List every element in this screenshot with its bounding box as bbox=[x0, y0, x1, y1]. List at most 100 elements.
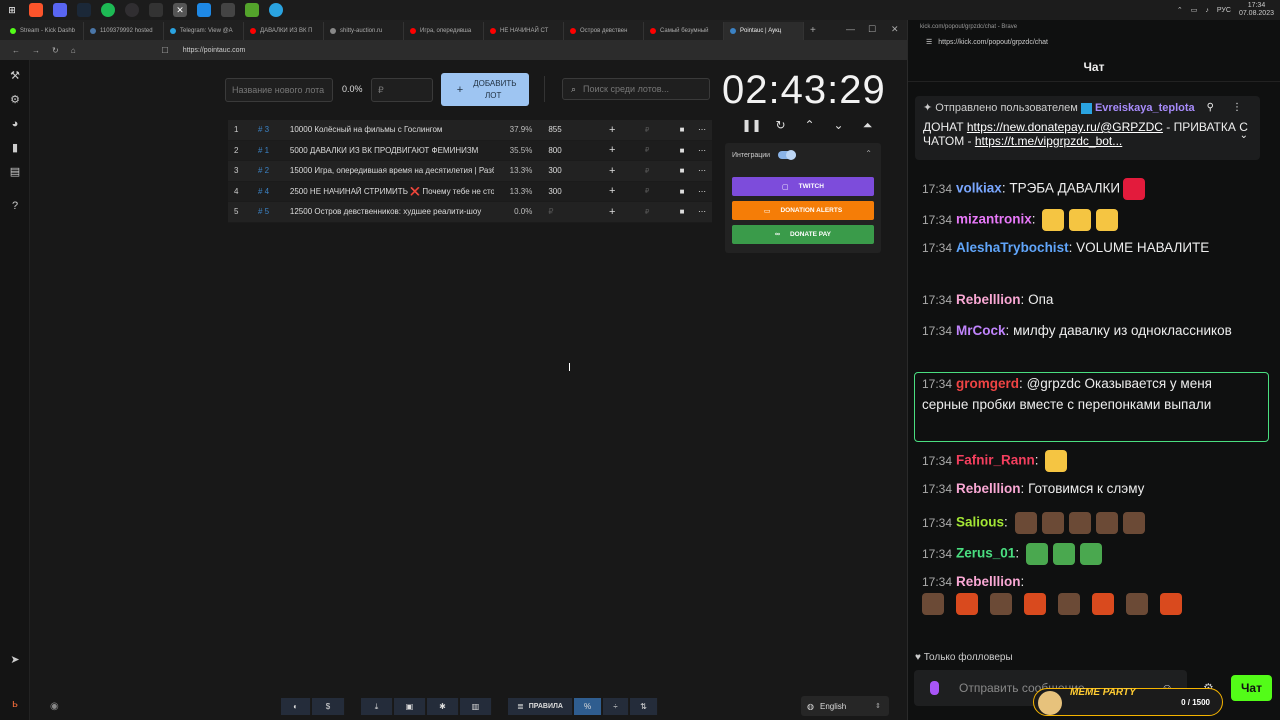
clock[interactable]: 17:34 07.08.2023 bbox=[1239, 2, 1274, 18]
browser-tab[interactable]: Самый безумный bbox=[644, 22, 724, 40]
lot-name[interactable]: 15000 Игра, опередившая время на десятил… bbox=[290, 166, 495, 175]
monitor-icon[interactable]: ▭ bbox=[1191, 6, 1198, 14]
chat-message[interactable]: 17:34 volkiax: ТРЭБА ДАВАЛКИ bbox=[922, 178, 1147, 200]
message-username[interactable]: Rebelllion bbox=[956, 292, 1021, 307]
message-username[interactable]: MrCock bbox=[956, 323, 1006, 338]
wheel-icon[interactable]: ◕ bbox=[9, 118, 21, 130]
message-username[interactable]: volkiax bbox=[956, 181, 1002, 196]
browser-tab[interactable]: Pointauc | Аукц bbox=[724, 22, 804, 40]
settings-gear-icon[interactable]: ⚙ bbox=[9, 94, 21, 106]
message-username[interactable]: AleshaTrybochist bbox=[956, 240, 1069, 255]
message-username[interactable]: Zerus_01 bbox=[956, 546, 1015, 561]
chat-message[interactable]: 17:34 Zerus_01: bbox=[922, 543, 1104, 565]
new-lot-input[interactable]: Название нового лота bbox=[225, 78, 333, 102]
sort-button[interactable]: ⇅ bbox=[630, 698, 658, 715]
rules-button[interactable]: ≣ ПРАВИЛА bbox=[508, 698, 573, 715]
chat-message[interactable]: 17:34 AleshaTrybochist: VOLUME НАВАЛИТЕ bbox=[922, 240, 1209, 255]
address-bar[interactable]: https://pointauc.com bbox=[183, 47, 246, 54]
chevron-up-icon[interactable]: ⌃ bbox=[1177, 6, 1183, 14]
app-icon[interactable] bbox=[245, 3, 259, 17]
add-amount-input[interactable]: ₽ bbox=[622, 126, 672, 134]
history-icon[interactable]: ▤ bbox=[9, 166, 21, 178]
donate-link[interactable]: https://new.donatepay.ru/@GRPZDC bbox=[967, 120, 1163, 134]
lot-name[interactable]: 12500 Остров девственников: худшее реали… bbox=[290, 207, 495, 216]
maximize-icon[interactable]: ☐ bbox=[868, 24, 876, 35]
delete-icon[interactable]: ■ bbox=[672, 187, 692, 196]
add-amount-icon[interactable]: + bbox=[602, 144, 622, 156]
chat-message[interactable]: 17:34 Fafnir_Rann: bbox=[922, 450, 1069, 472]
reset-icon[interactable]: ↻ bbox=[766, 118, 795, 133]
lot-name[interactable]: 2500 НЕ НАЧИНАЙ СТРИМИТЬ ❌ Почему тебе н… bbox=[290, 187, 495, 196]
discord-icon[interactable] bbox=[53, 3, 67, 17]
split-button[interactable]: ÷ bbox=[603, 698, 629, 715]
message-username[interactable]: Salious bbox=[956, 515, 1004, 530]
more-icon[interactable]: ⋮ bbox=[1232, 102, 1242, 113]
chat-message[interactable]: 17:34 Rebelllion: Опа bbox=[922, 292, 1053, 307]
lot-name[interactable]: 10000 Колёсный на фильмы с Гослингом bbox=[290, 125, 495, 134]
collapse-icon[interactable]: ⌃ bbox=[865, 149, 872, 158]
brave-icon[interactable] bbox=[29, 3, 43, 17]
auction-hammer-icon[interactable]: ⚒ bbox=[9, 70, 21, 82]
save-button[interactable]: ▣ bbox=[394, 698, 426, 715]
integrations-toggle[interactable] bbox=[778, 150, 797, 160]
donate-button[interactable]: $ bbox=[312, 698, 345, 715]
browser-tab[interactable]: Игра, опередивша bbox=[404, 22, 484, 40]
lot-amount-input[interactable]: ₽ bbox=[371, 78, 433, 102]
close-icon[interactable]: ✕ bbox=[891, 24, 899, 35]
pin-toggle-icon[interactable]: ⚲ bbox=[1207, 102, 1214, 113]
chat-message[interactable]: 17:34 gromgerd: @grpzdc Оказывается у мен… bbox=[922, 376, 1212, 412]
windows-start-icon[interactable]: ⊞ bbox=[5, 3, 19, 17]
browser-tab[interactable]: ДАВАЛКИ ИЗ ВК П bbox=[244, 22, 324, 40]
add-amount-input[interactable]: ₽ bbox=[622, 167, 672, 175]
add-amount-input[interactable]: ₽ bbox=[622, 208, 672, 216]
reload-icon[interactable]: ↻ bbox=[52, 46, 59, 55]
more-icon[interactable]: ⋯ bbox=[692, 125, 712, 134]
bug-button[interactable]: ✱ bbox=[427, 698, 459, 715]
percent-mode-button[interactable]: % bbox=[574, 698, 602, 715]
chevron-up-icon[interactable]: ⌃ bbox=[795, 118, 824, 133]
add-amount-icon[interactable]: + bbox=[602, 124, 622, 136]
double-chevron-up-icon[interactable]: ⏶ bbox=[853, 118, 882, 133]
add-lot-button[interactable]: + ДОБАВИТЬ ЛОТ bbox=[441, 73, 529, 106]
donation-alerts-button[interactable]: ▭ DONATION ALERTS bbox=[732, 201, 874, 220]
archive-button[interactable]: ▥ bbox=[460, 698, 492, 715]
more-icon[interactable]: ⋯ bbox=[692, 207, 712, 216]
forward-icon[interactable]: → bbox=[32, 46, 40, 55]
volume-icon[interactable]: ♪ bbox=[1205, 7, 1209, 14]
chat-message[interactable]: 17:34 MrCock: милфу давалку из одноклассн… bbox=[922, 323, 1232, 338]
add-amount-icon[interactable]: + bbox=[602, 185, 622, 197]
eye-icon[interactable]: ◉ bbox=[50, 701, 59, 712]
lot-name[interactable]: 5000 ДАВАЛКИ ИЗ ВК ПРОДВИГАЮТ ФЕМИНИЗМ bbox=[290, 146, 495, 155]
lang-indicator[interactable]: РУС bbox=[1217, 7, 1231, 14]
twitch-button[interactable]: ▢ TWITCH bbox=[732, 177, 874, 196]
chat-message[interactable]: 17:34 Salious: bbox=[922, 512, 1147, 534]
message-username[interactable]: Rebelllion bbox=[956, 481, 1021, 496]
more-icon[interactable]: ⋯ bbox=[692, 187, 712, 196]
donate-pay-button[interactable]: ∞ DONATE PAY bbox=[732, 225, 874, 244]
download-button[interactable]: ⤓ bbox=[361, 698, 393, 715]
spotify-icon[interactable] bbox=[101, 3, 115, 17]
microphone-icon[interactable] bbox=[930, 681, 939, 695]
more-icon[interactable]: ⋯ bbox=[692, 146, 712, 155]
chat-message[interactable]: 17:34 Rebelllion: Готовимся к слэму bbox=[922, 481, 1144, 496]
bookmark-icon[interactable]: ☐ bbox=[162, 46, 169, 55]
add-amount-input[interactable]: ₽ bbox=[622, 187, 672, 195]
obs-icon[interactable] bbox=[125, 3, 139, 17]
stats-icon[interactable]: ▮ bbox=[9, 142, 21, 154]
message-username[interactable]: Fafnir_Rann bbox=[956, 453, 1035, 468]
back-icon[interactable]: ← bbox=[12, 46, 20, 55]
lot-row[interactable]: 5 # 5 12500 Остров девственников: худшее р… bbox=[228, 202, 712, 223]
delete-icon[interactable]: ■ bbox=[672, 166, 692, 175]
message-username[interactable]: gromgerd bbox=[956, 376, 1019, 391]
app-icon[interactable] bbox=[149, 3, 163, 17]
expand-icon[interactable]: ⌄ bbox=[1240, 130, 1248, 141]
language-select[interactable]: ◍ English ⇕ bbox=[801, 696, 889, 716]
browser-tab[interactable]: Telegram: View @A bbox=[164, 22, 244, 40]
telegram-link-icon[interactable]: ➤ bbox=[9, 654, 21, 666]
message-username[interactable]: mizantronix bbox=[956, 212, 1032, 227]
github-button[interactable]: ◐ bbox=[281, 698, 311, 715]
delete-icon[interactable]: ■ bbox=[672, 125, 692, 134]
search-lots-input[interactable]: ⌕ Поиск среди лотов... bbox=[562, 78, 710, 100]
delete-icon[interactable]: ■ bbox=[672, 146, 692, 155]
message-username[interactable]: Rebelllion bbox=[956, 574, 1021, 589]
